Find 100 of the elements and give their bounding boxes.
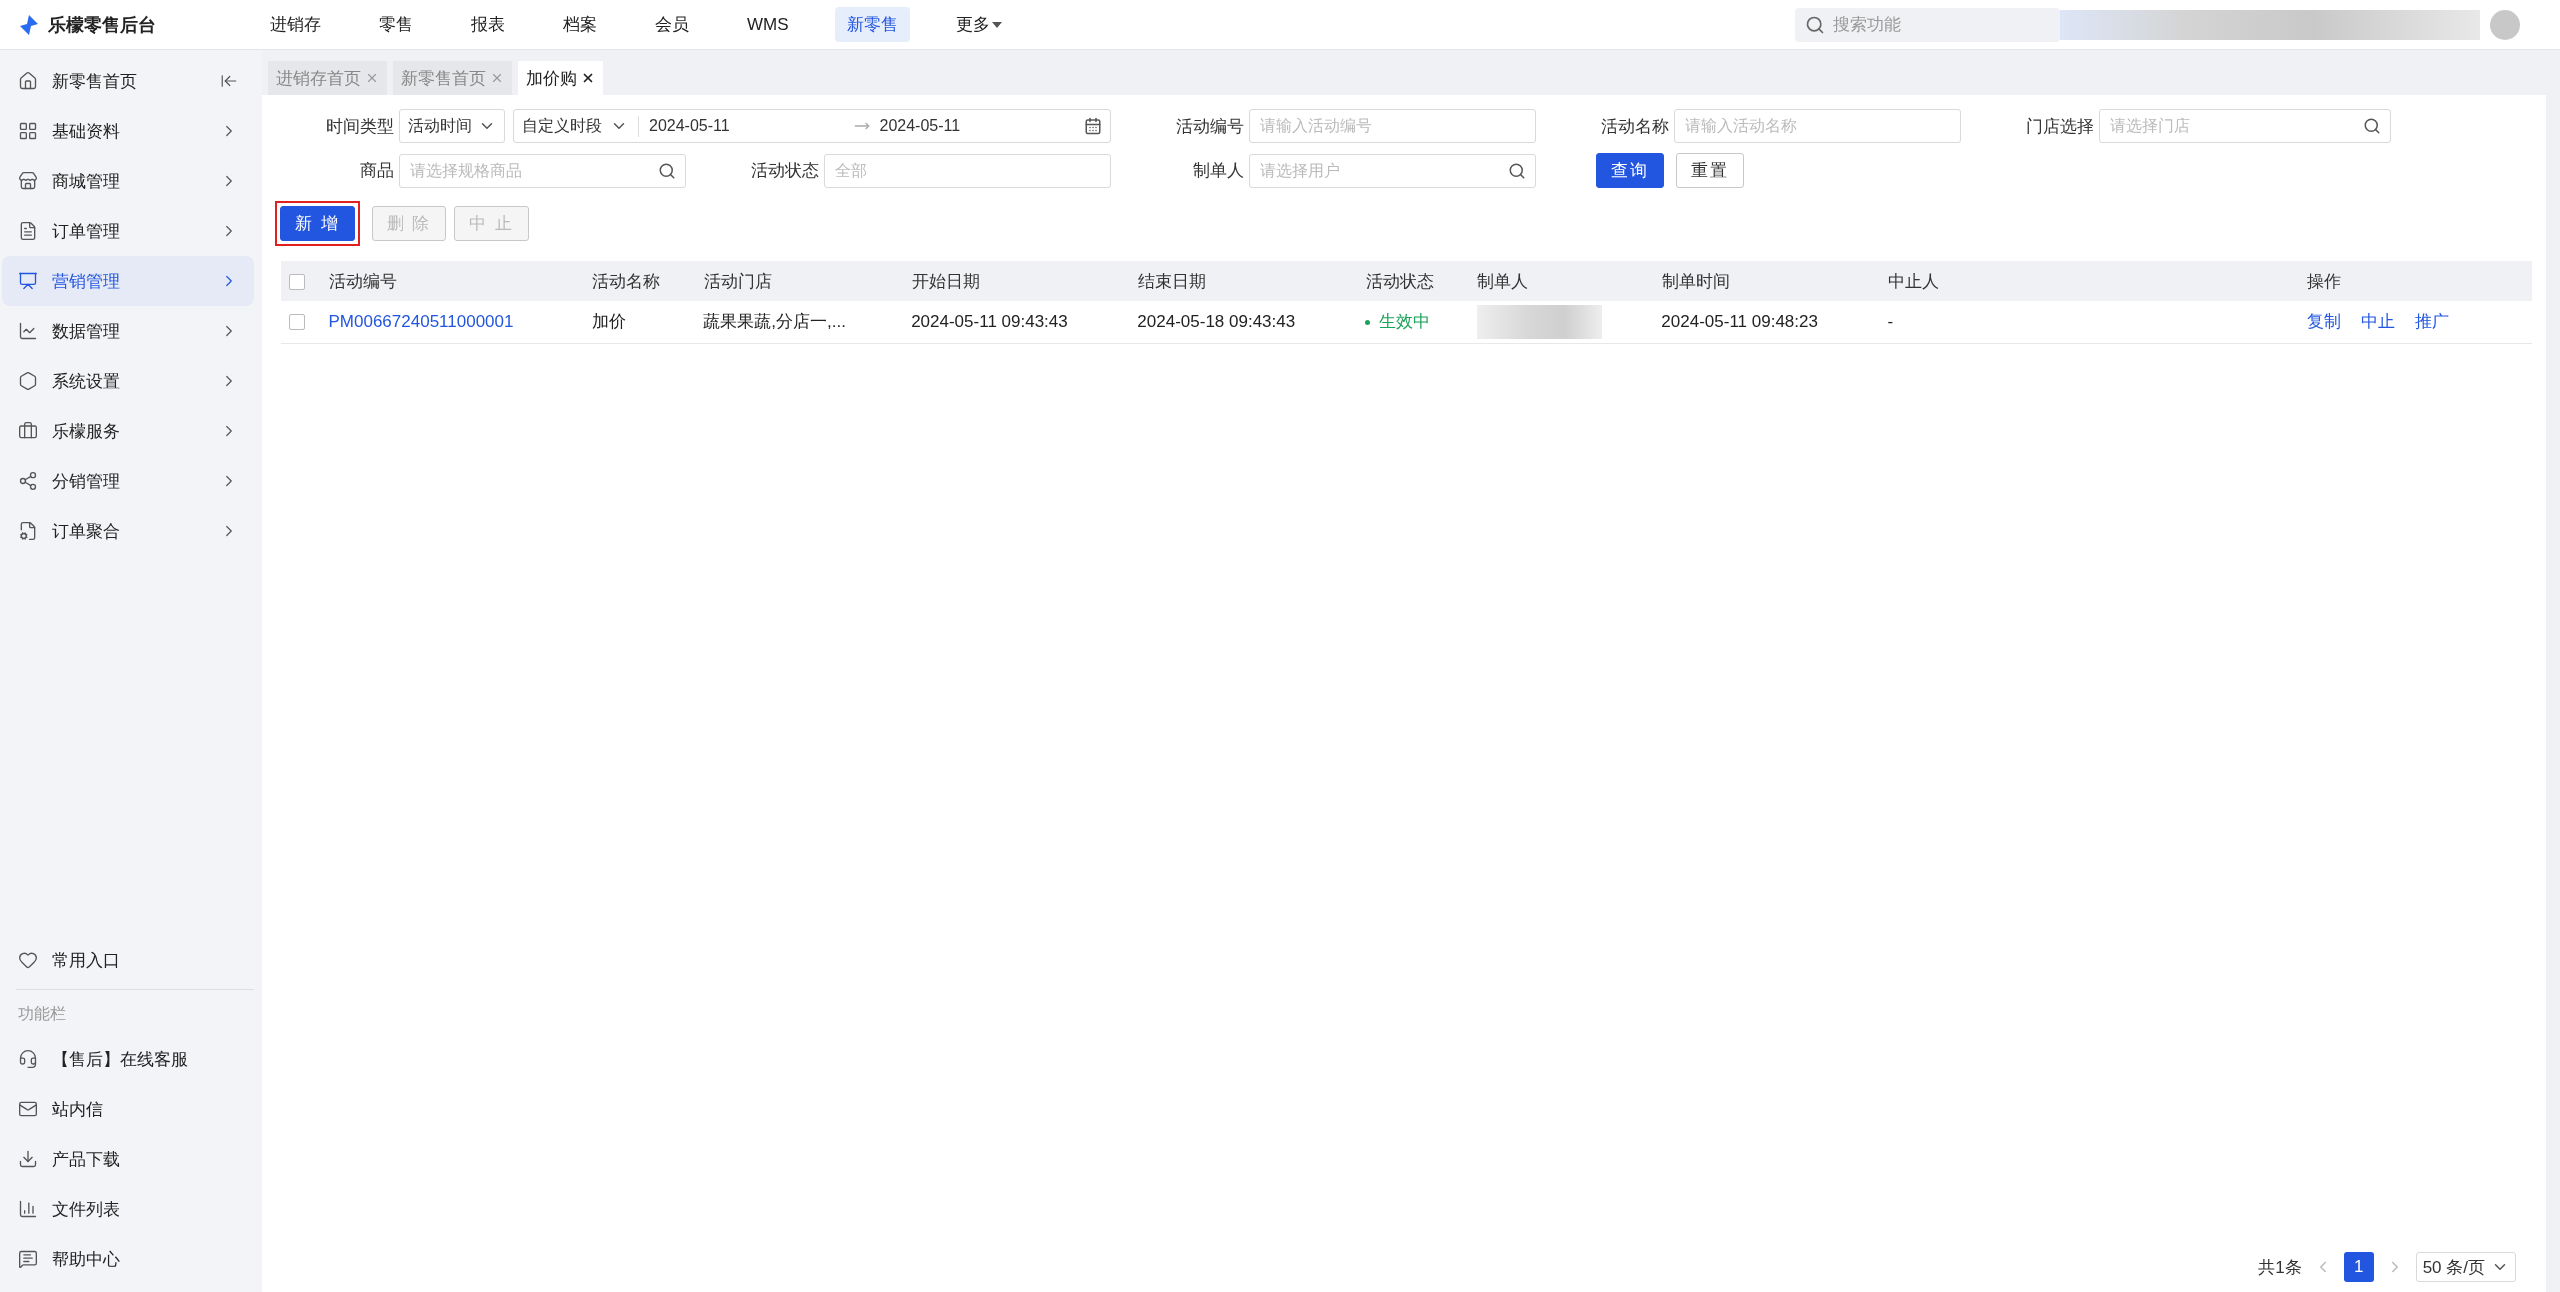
section-title: 功能栏 — [17, 1003, 67, 1024]
nav-item[interactable]: 报表 — [459, 7, 517, 42]
table-cell: 蔬果果蔬,分店一,... — [703, 312, 846, 332]
sidebar-item[interactable]: 数据管理 — [2, 306, 254, 356]
column-header: 中止人 — [1879, 261, 1969, 301]
table-cell: 加价 — [591, 312, 626, 332]
nav-item[interactable]: 更多 — [943, 7, 1014, 42]
query-button[interactable]: 查询 — [1596, 153, 1664, 188]
sidebar-item[interactable]: 营销管理 — [2, 256, 254, 306]
page-button[interactable]: 1 — [2343, 1252, 2374, 1282]
input-field[interactable]: 请输入活动编号 — [1249, 109, 1536, 143]
home-icon — [18, 71, 38, 91]
presentation-icon — [18, 271, 38, 291]
start-date: 2024-05-11 — [648, 117, 731, 135]
hexagon-icon — [18, 371, 38, 391]
sidebar-item[interactable]: 订单管理 — [2, 206, 254, 256]
date-range-field[interactable]: 自定义时段 2024-05-11 2024-05-11 — [513, 109, 1111, 143]
grid-icon — [18, 121, 38, 141]
row-action-link[interactable]: 推广 — [2414, 312, 2449, 332]
total-count: 共1条 — [2258, 1256, 2302, 1279]
logo-icon — [18, 13, 40, 36]
caret-icon — [991, 21, 1002, 28]
checkbox[interactable] — [289, 273, 305, 290]
filter-label: 活动编号 — [1175, 115, 1244, 138]
column-header: 制单时间 — [1653, 261, 1880, 301]
sidebar-item[interactable]: 产品下载 — [2, 1134, 254, 1184]
table-cell: - — [1887, 311, 1894, 331]
nav-item[interactable]: 新零售 — [834, 7, 910, 42]
row-action-link[interactable]: 复制 — [2306, 312, 2341, 332]
column-header: 制单人 — [1468, 261, 1654, 301]
activity-id-link[interactable]: PM00667240511000001 — [328, 311, 514, 331]
reset-button[interactable]: 重置 — [1676, 153, 1744, 188]
share-icon — [18, 471, 38, 491]
input-field[interactable]: 请输入活动名称 — [1674, 109, 1961, 143]
column-header: 开始日期 — [903, 261, 1130, 301]
nav-item[interactable]: 档案 — [551, 7, 609, 42]
sidebar-item[interactable]: 分销管理 — [2, 456, 254, 506]
sidebar-item[interactable]: 帮助中心 — [2, 1234, 254, 1284]
collapse-icon — [220, 72, 238, 90]
column-header: 活动编号 — [320, 261, 584, 301]
input-field[interactable]: 全部 — [824, 153, 1111, 188]
search-icon — [1508, 161, 1526, 180]
checkbox[interactable] — [288, 314, 305, 331]
page-tab[interactable]: 加价购 — [518, 61, 603, 95]
message-icon — [18, 1249, 38, 1269]
briefcase-icon — [18, 421, 38, 441]
column-header: 活动门店 — [695, 261, 904, 301]
app-name: 乐檬零售后台 — [48, 13, 156, 37]
nav-item[interactable]: 会员 — [643, 7, 701, 42]
sidebar-item[interactable]: 商城管理 — [2, 156, 254, 206]
bar-chart-icon — [18, 1199, 38, 1219]
nav-item[interactable]: 零售 — [367, 7, 425, 42]
calendar-icon — [1084, 117, 1102, 135]
search-icon — [658, 161, 676, 180]
status-text: 生效中 — [1379, 312, 1431, 332]
sidebar-item[interactable]: 乐檬服务 — [2, 406, 254, 456]
end-date: 2024-05-11 — [878, 117, 962, 135]
action-button[interactable]: 新 增 — [280, 206, 355, 241]
sidebar-item[interactable]: 站内信 — [2, 1084, 254, 1134]
avatar[interactable] — [2490, 9, 2520, 40]
filter-label: 活动名称 — [1600, 115, 1669, 138]
document-gear-icon — [18, 521, 38, 541]
sidebar-item[interactable]: 基础资料 — [2, 106, 254, 156]
filter-label: 门店选择 — [2025, 115, 2094, 138]
period-select[interactable]: 自定义时段 — [522, 115, 639, 137]
favorites-item[interactable]: 常用入口 — [2, 935, 254, 985]
close-icon[interactable] — [581, 71, 595, 85]
sidebar-item[interactable]: 订单聚合 — [2, 506, 254, 556]
headset-icon — [18, 1049, 38, 1069]
page-size-select[interactable]: 50 条/页 — [2415, 1252, 2516, 1282]
sidebar-item[interactable]: 新零售首页 — [2, 56, 254, 106]
nav-item[interactable]: WMS — [735, 8, 801, 41]
search-field[interactable]: 请选择用户 — [1249, 153, 1536, 188]
table-cell: 2024-05-11 09:43:43 — [911, 311, 1068, 331]
search-field[interactable]: 搜索功能 — [1795, 7, 2060, 42]
filter-label: 制单人 — [1192, 160, 1244, 182]
table-cell: 2024-05-11 09:48:23 — [1661, 311, 1818, 331]
column-header: 活动状态 — [1357, 261, 1469, 301]
search-icon — [1805, 14, 1825, 35]
sidebar-item[interactable]: 系统设置 — [2, 356, 254, 406]
search-field[interactable]: 请选择门店 — [2099, 109, 2391, 143]
filter-label: 商品 — [359, 160, 394, 182]
download-icon — [18, 1149, 38, 1169]
sidebar-item[interactable]: 文件列表 — [2, 1184, 254, 1234]
column-header: 活动名称 — [583, 261, 696, 301]
column-header: 结束日期 — [1129, 261, 1358, 301]
table-cell: 2024-05-18 09:43:43 — [1137, 311, 1296, 331]
nav-item[interactable]: 进销存 — [258, 7, 333, 42]
store-icon — [18, 171, 38, 191]
time-type-select[interactable]: 活动时间 — [399, 109, 505, 143]
line-chart-icon — [18, 321, 38, 341]
document-icon — [18, 221, 38, 241]
column-header: 操作 — [2298, 261, 2532, 301]
heart-icon — [18, 950, 38, 970]
row-action-link[interactable]: 中止 — [2360, 312, 2395, 332]
search-icon — [2363, 117, 2381, 135]
search-field[interactable]: 请选择规格商品 — [399, 153, 686, 188]
mail-icon — [18, 1099, 38, 1119]
filter-label: 时间类型 — [325, 115, 394, 138]
sidebar-item[interactable]: 【售后】在线客服 — [2, 1034, 254, 1084]
